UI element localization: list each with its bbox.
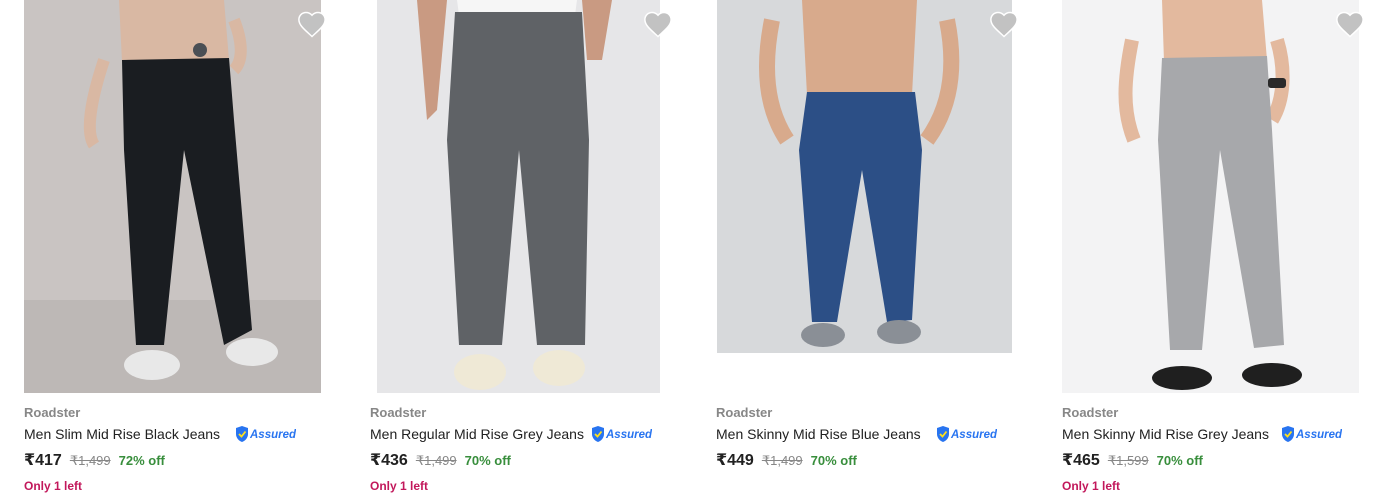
original-price: ₹1,499: [415, 453, 457, 468]
product-title[interactable]: Men Regular Mid Rise Grey Jeans: [370, 426, 584, 442]
price-row: ₹465 ₹1,599 70% off: [1062, 450, 1203, 470]
stock-status: Only 1 left: [1062, 479, 1121, 493]
selling-price: ₹449: [716, 452, 754, 469]
assured-label: Assured: [605, 429, 652, 441]
assured-shield-icon: [236, 426, 249, 442]
assured-shield-icon: [591, 426, 604, 442]
discount-label: 72% off: [118, 453, 165, 468]
product-card[interactable]: Roadster Men Skinny Mid Rise Blue Jeans …: [716, 0, 1046, 503]
product-brand: Roadster: [24, 405, 81, 420]
wishlist-heart-icon[interactable]: [643, 10, 673, 38]
stock-status: Only 1 left: [24, 479, 83, 493]
product-title[interactable]: Men Slim Mid Rise Black Jeans: [24, 426, 220, 442]
product-title-row: Men Regular Mid Rise Grey Jeans Assured: [370, 425, 652, 443]
assured-shield-icon: [1281, 426, 1294, 442]
product-title-row: Men Skinny Mid Rise Blue Jeans Assured: [716, 425, 997, 443]
discount-label: 70% off: [464, 453, 511, 468]
product-card[interactable]: Roadster Men Skinny Mid Rise Grey Jeans …: [1062, 0, 1380, 503]
selling-price: ₹465: [1062, 452, 1100, 469]
discount-label: 70% off: [1156, 453, 1203, 468]
price-row: ₹436 ₹1,499 70% off: [370, 450, 511, 470]
wishlist-heart-icon[interactable]: [1335, 10, 1365, 38]
product-image[interactable]: [377, 0, 660, 393]
original-price: ₹1,499: [69, 453, 111, 468]
product-card[interactable]: Roadster Men Slim Mid Rise Black Jeans A…: [24, 0, 354, 503]
product-image[interactable]: [24, 0, 321, 393]
wishlist-heart-icon[interactable]: [989, 10, 1019, 38]
selling-price: ₹436: [370, 452, 408, 469]
product-title-row: Men Slim Mid Rise Black Jeans Assured: [24, 425, 296, 443]
product-card[interactable]: Roadster Men Regular Mid Rise Grey Jeans…: [370, 0, 700, 503]
assured-shield-icon: [936, 426, 949, 442]
selling-price: ₹417: [24, 452, 62, 469]
price-row: ₹449 ₹1,499 70% off: [716, 450, 857, 470]
assured-label: Assured: [950, 429, 997, 441]
product-brand: Roadster: [370, 405, 427, 420]
product-grid: Roadster Men Slim Mid Rise Black Jeans A…: [0, 0, 1380, 503]
product-title[interactable]: Men Skinny Mid Rise Grey Jeans: [1062, 426, 1269, 442]
product-image[interactable]: [717, 0, 1012, 353]
price-row: ₹417 ₹1,499 72% off: [24, 450, 165, 470]
stock-status: Only 1 left: [370, 479, 429, 493]
assured-badge: Assured: [1280, 425, 1342, 443]
assured-badge: Assured: [935, 425, 997, 443]
original-price: ₹1,499: [761, 453, 803, 468]
product-title[interactable]: Men Skinny Mid Rise Blue Jeans: [716, 426, 921, 442]
assured-badge: Assured: [590, 425, 652, 443]
discount-label: 70% off: [810, 453, 857, 468]
product-brand: Roadster: [1062, 405, 1119, 420]
assured-badge: Assured: [234, 425, 296, 443]
product-image[interactable]: [1062, 0, 1359, 393]
product-title-row: Men Skinny Mid Rise Grey Jeans Assured: [1062, 425, 1342, 443]
product-brand: Roadster: [716, 405, 773, 420]
assured-label: Assured: [1295, 429, 1342, 441]
wishlist-heart-icon[interactable]: [297, 10, 327, 38]
assured-label: Assured: [249, 429, 296, 441]
original-price: ₹1,599: [1107, 453, 1149, 468]
